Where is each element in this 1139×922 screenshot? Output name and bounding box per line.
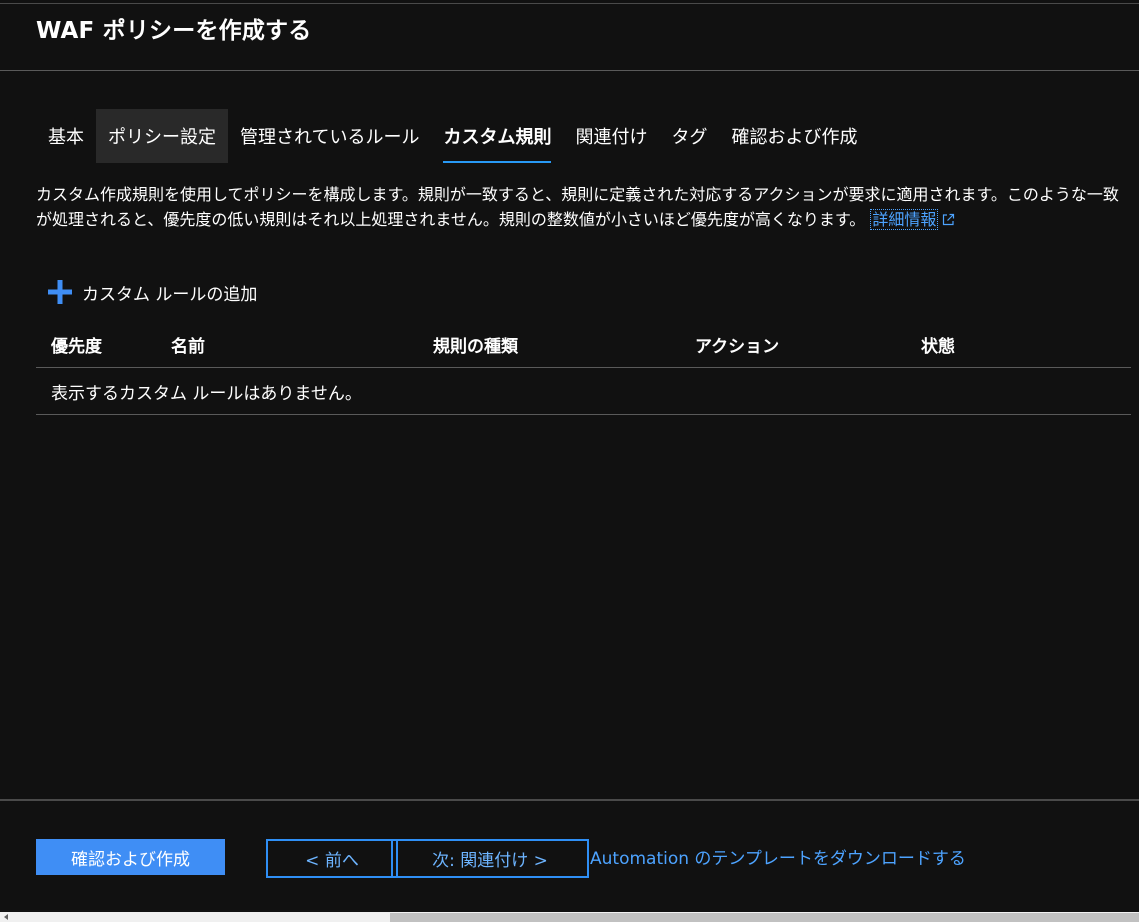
description: カスタム作成規則を使用してポリシーを構成します。規則が一致すると、規則に定義され… [36,182,1126,232]
column-header-priority[interactable]: 優先度 [51,332,102,357]
tab-review-create[interactable]: 確認および作成 [719,109,869,163]
review-create-button[interactable]: 確認および作成 [36,839,225,875]
tab-association[interactable]: 関連付け [563,109,659,163]
empty-table-message: 表示するカスタム ルールはありません。 [36,368,1131,415]
custom-rules-table: 優先度 名前 規則の種類 アクション 状態 表示するカスタム ルールはありません… [36,323,1131,415]
top-border [0,3,1139,4]
horizontal-scrollbar[interactable] [0,912,1139,922]
add-custom-rule-label: カスタム ルールの追加 [82,284,258,305]
learn-more-link[interactable]: 詳細情報 [870,209,939,230]
column-header-action[interactable]: アクション [695,332,779,357]
column-header-name[interactable]: 名前 [171,332,205,357]
tab-tags[interactable]: タグ [659,109,719,163]
column-header-rule-type[interactable]: 規則の種類 [433,332,518,357]
add-custom-rule-button[interactable]: カスタム ルールの追加 [48,279,257,305]
scroll-left-arrow-icon[interactable] [2,913,10,921]
download-automation-template-link[interactable]: Automation のテンプレートをダウンロードする [590,844,966,869]
header-divider [0,70,1139,71]
next-association-button[interactable]: 次: 関連付け > [391,839,589,878]
tab-custom-rules[interactable]: カスタム規則 [431,109,563,163]
external-link-icon [943,213,955,226]
tab-bar: 基本 ポリシー設定 管理されているルール カスタム規則 関連付け タグ 確認およ… [36,109,869,163]
plus-icon [48,280,72,304]
tab-policy-settings[interactable]: ポリシー設定 [96,109,228,163]
footer-divider [0,799,1139,801]
table-header: 優先度 名前 規則の種類 アクション 状態 [36,323,1131,368]
tab-basics[interactable]: 基本 [36,109,96,163]
tab-managed-rules[interactable]: 管理されているルール [228,109,431,163]
scrollbar-thumb[interactable] [390,913,1139,922]
previous-button[interactable]: < 前へ [266,839,398,878]
column-header-status[interactable]: 状態 [921,332,955,357]
description-text: カスタム作成規則を使用してポリシーを構成します。規則が一致すると、規則に定義され… [36,185,1119,229]
page-title: WAF ポリシーを作成する [36,18,312,44]
